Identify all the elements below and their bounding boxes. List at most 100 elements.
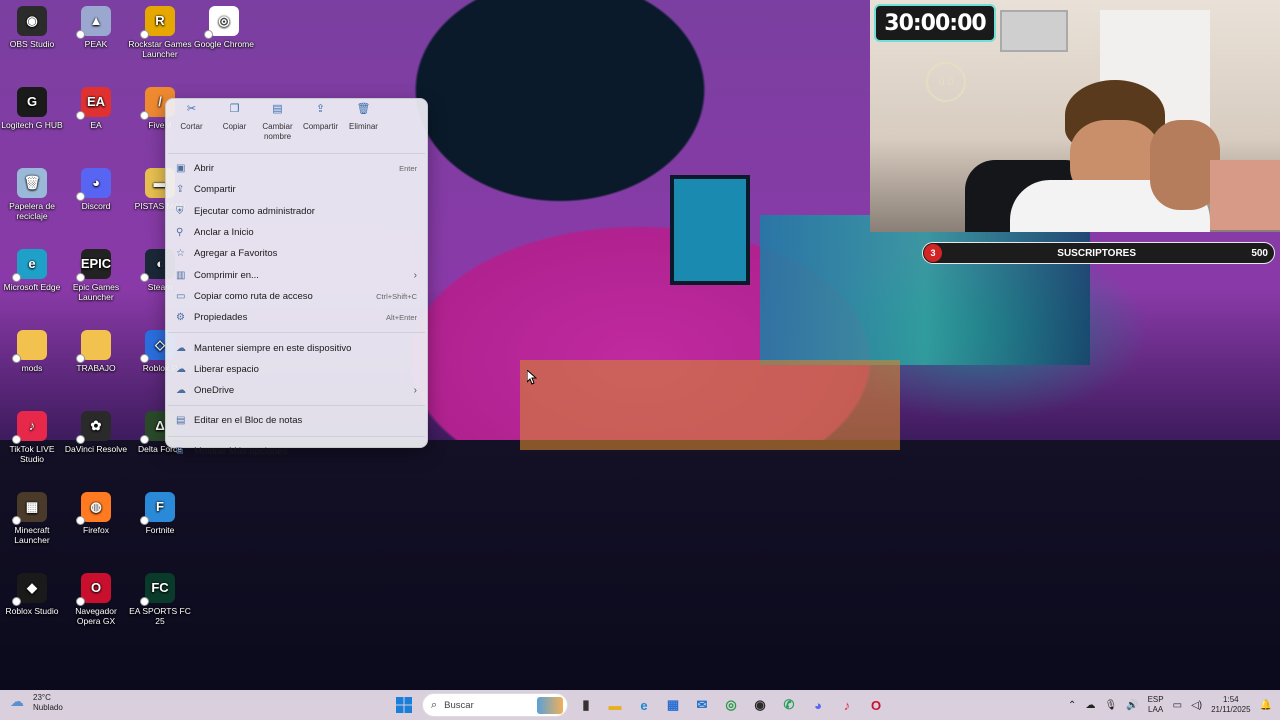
eliminar-button[interactable]: 🗑 Eliminar [342,104,385,149]
onedrive-tray-icon[interactable]: ☁ [1085,700,1095,711]
task-view-icon[interactable]: ▮ [574,693,598,717]
subscriber-label: SUSCRIPTORES [1057,247,1137,259]
menu-item-abrir[interactable]: ▣ Abrir Enter [166,158,427,179]
context-menu-divider [168,332,425,334]
menu-item-agregar-a-favoritos[interactable]: ☆ Agregar a Favoritos [166,243,427,264]
quick-action-label: Eliminar [349,122,378,131]
store-icon[interactable]: ▦ [661,693,685,717]
desktop-icon-label: TikTok LIVE Studio [9,444,55,464]
menu-item-copiar-como-ruta-de-acceso[interactable]: ▭ Copiar como ruta de acceso Ctrl+Shift+C [166,286,427,307]
menu-item-propiedades[interactable]: ⚙ Propiedades Alt+Enter [166,307,427,328]
desktop-icon-ea-sports-fc-25[interactable]: FC EA SPORTS FC 25 [128,573,192,626]
shortcut-arrow-icon [140,354,149,363]
desktop-icon-minecraft-launcher[interactable]: ▦ Minecraft Launcher [0,492,64,545]
desktop-icon-peak[interactable]: ▲ PEAK [64,6,128,49]
desktop-wallpaper-screen [760,215,1090,365]
chrome-icon[interactable]: ◎ [719,693,743,717]
language-indicator[interactable]: ESP LAA [1148,695,1164,715]
menu-item-ejecutar-como-administrador[interactable]: ⛨ Ejecutar como administrador [166,201,427,222]
desktop-icon-label: Minecraft Launcher [14,525,50,545]
shortcut-arrow-icon [12,435,21,444]
desktop-icon-fortnite[interactable]: F Fortnite [128,492,192,535]
shortcut-arrow-icon [140,516,149,525]
navegador-opera-gx-icon: O [76,573,111,606]
shortcut-arrow-icon [140,597,149,606]
logitech-g-hub-icon: G [17,87,47,117]
share-icon: ⇪ [315,103,326,115]
subscriber-count: 3 [924,244,942,262]
menu-item-shortcut: Alt+Enter [385,313,417,323]
desktop-icon-microsoft-edge[interactable]: e Microsoft Edge [0,249,64,292]
cambiar-nombre-button[interactable]: ▤ Cambiar nombre [256,103,299,149]
desktop-icon-label: Firefox [83,525,109,535]
shortcut-arrow-icon [140,435,149,444]
desktop-icon-label: Discord [81,201,111,211]
outlook-icon[interactable]: ✉ [690,693,714,717]
context-menu: ✂ Cortar ❐ Copiar ▤ Cambiar nombre ⇪ Compartir 🗑… [165,98,428,457]
desktop-icon-epic-games-launcher[interactable]: EPIC Epic Games Launcher [64,249,128,302]
desktop-icon-obs-studio[interactable]: ◉ OBS Studio [0,6,64,49]
tiktok-icon[interactable]: ♪ [835,693,859,717]
discord-icon[interactable]: ◕ [806,693,830,717]
menu-item-editar-en-el-bloc-de-notas[interactable]: ▤ Editar en el Bloc de notas [166,410,427,431]
desktop-icon-navegador-opera-gx[interactable]: O Navegador Opera GX [64,573,128,626]
desktop-icon-label: TRABAJO [76,363,116,373]
compartir-button[interactable]: ⇪ Compartir [299,103,342,149]
desktop-icon-firefox[interactable]: ◍ Firefox [64,492,128,535]
opera-gx-icon[interactable]: O [864,693,888,717]
desktop-icon-tiktok-live-studio[interactable]: ♪ TikTok LIVE Studio [0,411,64,464]
rename-icon: ▤ [272,103,283,115]
context-menu-quick-actions: ✂ Cortar ❐ Copiar ▤ Cambiar nombre ⇪ Compartir 🗑… [166,99,427,149]
shortcut-arrow-icon [76,273,85,282]
whatsapp-icon[interactable]: ✆ [777,693,801,717]
desktop-icon-label: Microsoft Edge [3,282,61,292]
desktop-icon-logitech-g-hub[interactable]: G Logitech G HUB [0,87,64,130]
copiar-button[interactable]: ❐ Copiar [213,104,256,149]
desktop-icon-label: EA [90,120,102,130]
desktop-icon-rockstar-games-launcher[interactable]: R Rockstar Games Launcher [128,6,192,59]
weather-temp: 23°C [33,693,51,702]
desktop-icon-papelera-de-reciclaje[interactable]: 🗑 Papelera de reciclaje [0,168,64,221]
menu-item-onedrive[interactable]: ☁ OneDrive › [166,380,427,401]
tiktok-live-studio-icon: ♪ [12,411,47,444]
clock[interactable]: 1:54 21/11/2025 [1211,695,1250,715]
start-button[interactable] [392,693,416,717]
menu-item-mostrar-mas-opciones[interactable]: ⧉ Mostrar Más opciones [166,441,427,462]
volume-icon[interactable]: ◁) [1191,700,1202,711]
cortar-button[interactable]: ✂ Cortar [170,104,213,149]
menu-item-compartir[interactable]: ⇪ Compartir [166,179,427,200]
desktop-icon-google-chrome[interactable]: ◎ Google Chrome [192,6,256,49]
menu-item-comprimir-en[interactable]: ▥ Comprimir en... › [166,264,427,285]
chevron-up-icon[interactable]: ⌃ [1068,700,1076,711]
desktop-icon-discord[interactable]: ◕ Discord [64,168,128,211]
desktop-icon-label: Roblox Studio [5,606,59,616]
clock-time: 1:54 [1223,695,1239,704]
desktop-icon-davinci-resolve[interactable]: ✿ DaVinci Resolve [64,411,128,454]
edge-icon[interactable]: e [632,693,656,717]
cloud-check-icon: ☁ [176,342,186,354]
search-box[interactable]: ⌕ Buscar [422,693,568,717]
obs-icon[interactable]: ◉ [748,693,772,717]
network-icon[interactable]: ▭ [1173,700,1182,711]
desktop-icon-ea[interactable]: EA EA [64,87,128,130]
cloud-icon: ☁ [176,363,186,375]
chevron-right-icon: › [413,269,417,281]
microphone-icon[interactable]: 🎙 [1104,700,1117,711]
roblox-studio-icon: ◆ [12,573,47,606]
menu-item-mantener-siempre-en-este-dispositivo[interactable]: ☁ Mantener siempre en este dispositivo [166,337,427,358]
desktop-icon-roblox-studio[interactable]: ◆ Roblox Studio [0,573,64,616]
menu-item-anclar-a-inicio[interactable]: ⚲ Anclar a Inicio [166,222,427,243]
desktop-icon-label: Google Chrome [193,39,254,49]
quick-action-label: Cortar [180,122,203,131]
onedrive-icon: ☁ [176,385,186,397]
desktop-icon-mods[interactable]: mods [0,330,64,373]
desktop-icon-trabajo[interactable]: TRABAJO [64,330,128,373]
weather-widget[interactable]: ☁ 23°C Nublado [10,693,63,713]
notification-bell-icon[interactable]: 🔔 [1260,700,1272,711]
desktop-icon-label: DaVinci Resolve [64,444,128,454]
file-explorer-icon[interactable]: ▬ [603,693,627,717]
menu-item-liberar-espacio[interactable]: ☁ Liberar espacio [166,359,427,380]
speaker-icon[interactable]: 🔊 [1126,700,1138,711]
open-icon: ▣ [176,163,186,175]
path-icon: ▭ [176,290,186,302]
